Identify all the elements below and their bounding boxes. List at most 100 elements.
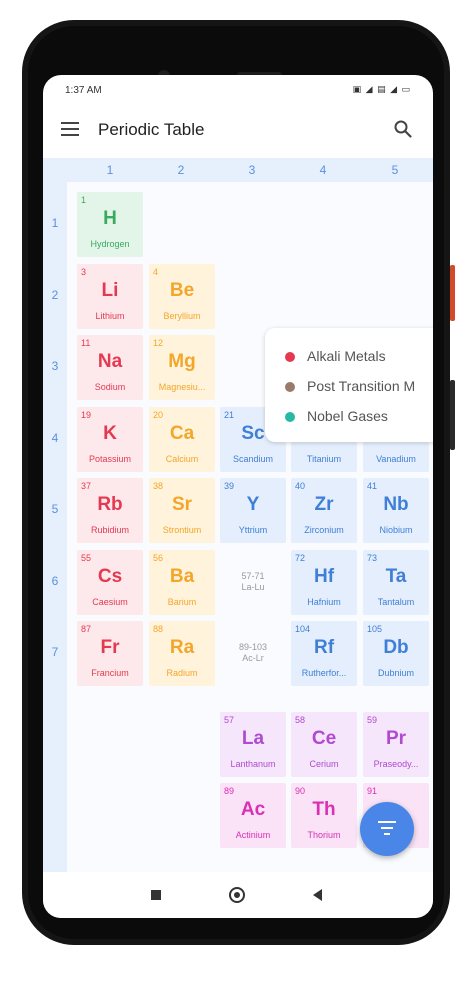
element-name: Dubnium bbox=[377, 668, 415, 678]
element-name: Potassium bbox=[88, 454, 132, 464]
element-cell-ta[interactable]: 73 Ta Tantalum bbox=[363, 550, 429, 615]
placeholder-range: 89-103 bbox=[238, 642, 268, 652]
legend-label: Nobel Gases bbox=[307, 408, 388, 424]
element-cell-sr[interactable]: 38 Sr Strontium bbox=[149, 478, 215, 543]
placeholder-range: 57-71 bbox=[241, 571, 265, 581]
home-icon[interactable] bbox=[229, 887, 245, 903]
element-name: Yttrium bbox=[238, 525, 268, 535]
element-cell-h[interactable]: 1 H Hydrogen bbox=[77, 192, 143, 257]
group-number: 4 bbox=[319, 163, 327, 177]
element-cell-ra[interactable]: 88 Ra Radium bbox=[149, 621, 215, 686]
element-name: Calcium bbox=[165, 454, 199, 464]
element-cell-mg[interactable]: 12 Mg Magnesiu... bbox=[149, 335, 215, 400]
atomic-number: 72 bbox=[295, 553, 306, 563]
atomic-number: 11 bbox=[81, 338, 91, 348]
element-cell-cs[interactable]: 55 Cs Caesium bbox=[77, 550, 143, 615]
element-cell-rb[interactable]: 37 Rb Rubidium bbox=[77, 478, 143, 543]
element-symbol: Ac bbox=[240, 799, 266, 820]
atomic-number: 1 bbox=[81, 195, 87, 205]
back-icon[interactable] bbox=[313, 889, 322, 901]
element-name: Francium bbox=[91, 668, 129, 678]
element-symbol: Na bbox=[97, 351, 123, 372]
element-name: Magnesiu... bbox=[158, 382, 206, 392]
element-symbol: Nb bbox=[383, 494, 409, 515]
atomic-number: 88 bbox=[153, 624, 164, 634]
app-bar: Periodic Table bbox=[43, 103, 433, 158]
element-cell-ca[interactable]: 20 Ca Calcium bbox=[149, 407, 215, 472]
element-symbol: Rb bbox=[97, 494, 123, 515]
group-number: 5 bbox=[391, 163, 399, 177]
periodic-grid[interactable]: 1 2 3 4 5 1 2 3 4 5 6 7 1 H Hydrogen 3 L… bbox=[43, 158, 433, 872]
element-name: Caesium bbox=[92, 597, 128, 607]
atomic-number: 4 bbox=[153, 267, 159, 277]
element-cell-y[interactable]: 39 Y Yttrium bbox=[220, 478, 286, 543]
page-title: Periodic Table bbox=[98, 120, 205, 139]
group-number: 1 bbox=[106, 163, 114, 177]
element-cell-nb[interactable]: 41 Nb Niobium bbox=[363, 478, 429, 543]
legend-dot bbox=[285, 412, 295, 422]
element-name: Vanadium bbox=[376, 454, 416, 464]
menu-icon[interactable] bbox=[61, 122, 79, 136]
element-symbol: Zr bbox=[314, 494, 334, 515]
element-cell-zr[interactable]: 40 Zr Zirconium bbox=[291, 478, 357, 543]
element-cell-ba[interactable]: 56 Ba Barium bbox=[149, 550, 215, 615]
element-name: Niobium bbox=[379, 525, 413, 535]
element-cell-hf[interactable]: 72 Hf Hafnium bbox=[291, 550, 357, 615]
placeholder-label: La-Lu bbox=[241, 582, 265, 592]
element-cell-li[interactable]: 3 Li Lithium bbox=[77, 264, 143, 329]
atomic-number: 20 bbox=[153, 410, 164, 420]
period-number: 5 bbox=[51, 502, 59, 516]
element-cell-fr[interactable]: 87 Fr Francium bbox=[77, 621, 143, 686]
legend-label: Alkali Metals bbox=[307, 348, 386, 364]
element-cell-db[interactable]: 105 Db Dubnium bbox=[363, 621, 429, 686]
element-cell-k[interactable]: 19 K Potassium bbox=[77, 407, 143, 472]
column-header-bar: 1 2 3 4 5 bbox=[43, 158, 433, 182]
period-number: 4 bbox=[51, 431, 59, 445]
group-number: 3 bbox=[248, 163, 256, 177]
element-name: Actinium bbox=[235, 830, 271, 840]
element-name: Tantalum bbox=[377, 597, 415, 607]
legend-item-noble-gases[interactable]: Nobel Gases bbox=[285, 408, 388, 424]
atomic-number: 105 bbox=[367, 624, 383, 634]
element-cell-rf[interactable]: 104 Rf Rutherfor... bbox=[291, 621, 357, 686]
period-number: 6 bbox=[51, 574, 59, 588]
element-name: Hafnium bbox=[307, 597, 341, 607]
atomic-number: 40 bbox=[295, 481, 306, 491]
group-number: 2 bbox=[177, 163, 185, 177]
atomic-number: 57 bbox=[224, 715, 235, 725]
screen: 1:37 AM ▣ ◢ ▤ ◢ ▭ Periodic Table 1 2 3 4… bbox=[43, 75, 433, 918]
lanthanide-placeholder[interactable]: 57-71 La-Lu bbox=[220, 571, 286, 593]
actinide-placeholder[interactable]: 89-103 Ac-Lr bbox=[220, 642, 286, 664]
system-nav-bar bbox=[43, 872, 433, 918]
element-cell-ac[interactable]: 89 Ac Actinium bbox=[220, 783, 286, 848]
element-symbol: H bbox=[103, 208, 117, 229]
element-symbol: Ra bbox=[169, 637, 195, 658]
atomic-number: 39 bbox=[224, 481, 235, 491]
atomic-number: 38 bbox=[153, 481, 164, 491]
element-cell-la[interactable]: 57 La Lanthanum bbox=[220, 712, 286, 777]
atomic-number: 87 bbox=[81, 624, 92, 634]
element-cell-pr[interactable]: 59 Pr Praseody... bbox=[363, 712, 429, 777]
legend-item-post-transition[interactable]: Post Transition M bbox=[285, 378, 415, 394]
volume-button bbox=[450, 265, 455, 321]
search-icon[interactable] bbox=[393, 119, 413, 139]
atomic-number: 56 bbox=[153, 553, 164, 563]
element-cell-na[interactable]: 11 Na Sodium bbox=[77, 335, 143, 400]
element-name: Sodium bbox=[94, 382, 126, 392]
element-symbol: Hf bbox=[313, 566, 335, 587]
period-number: 1 bbox=[51, 216, 59, 230]
legend-item-alkali[interactable]: Alkali Metals bbox=[285, 348, 386, 364]
recent-apps-icon[interactable] bbox=[151, 890, 161, 900]
element-cell-th[interactable]: 90 Th Thorium bbox=[291, 783, 357, 848]
element-cell-ce[interactable]: 58 Ce Cerium bbox=[291, 712, 357, 777]
element-cell-be[interactable]: 4 Be Beryllium bbox=[149, 264, 215, 329]
atomic-number: 58 bbox=[295, 715, 306, 725]
power-button bbox=[450, 380, 455, 450]
element-name: Rutherfor... bbox=[301, 668, 347, 678]
atomic-number: 12 bbox=[153, 338, 164, 348]
filter-fab-button[interactable] bbox=[360, 802, 414, 856]
atomic-number: 59 bbox=[367, 715, 378, 725]
element-name: Lithium bbox=[95, 311, 125, 321]
status-time: 1:37 AM bbox=[65, 85, 102, 96]
element-name: Praseody... bbox=[373, 759, 419, 769]
